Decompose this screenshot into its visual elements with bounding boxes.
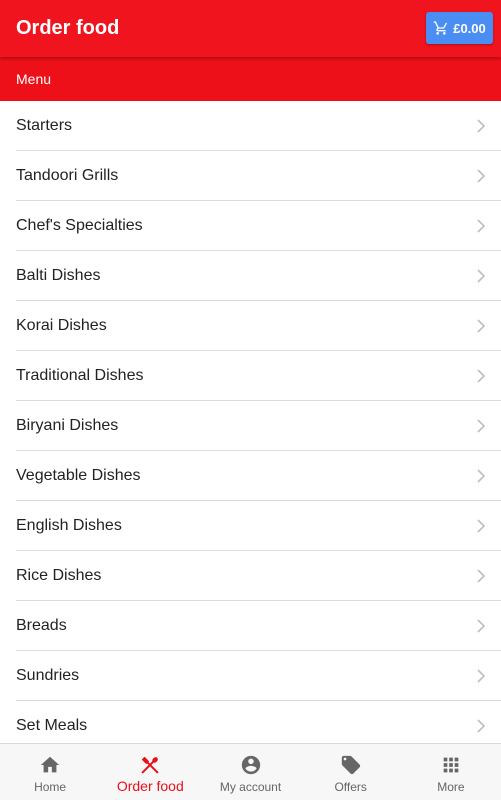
page-title: Order food: [16, 17, 120, 39]
nav-more[interactable]: More: [401, 744, 501, 800]
chevron-right-icon: [477, 169, 486, 183]
menu-category-label: Tandoori Grills: [16, 167, 119, 184]
nav-home[interactable]: Home: [0, 744, 100, 800]
menu-category-label: Balti Dishes: [16, 267, 101, 284]
menu-category-item[interactable]: English Dishes: [0, 501, 501, 551]
chevron-right-icon: [477, 119, 486, 133]
home-icon: [40, 756, 60, 773]
cart-total: £0.00: [453, 20, 486, 36]
menu-category-list: Starters Tandoori Grills Chef's Specialt…: [0, 101, 501, 751]
nav-label: Home: [34, 780, 67, 794]
menu-category-label: Sundries: [16, 667, 80, 684]
menu-category-label: Korai Dishes: [16, 317, 107, 334]
menu-category-label: Starters: [16, 117, 73, 134]
nav-offers[interactable]: Offers: [301, 744, 401, 800]
fork-spoon-icon: [141, 756, 159, 774]
menu-category-item[interactable]: Chef's Specialties: [0, 201, 501, 251]
menu-category-item[interactable]: Breads: [0, 601, 501, 651]
chevron-right-icon: [477, 269, 486, 283]
chevron-right-icon: [477, 669, 486, 683]
chevron-right-icon: [477, 519, 486, 533]
menu-category-label: Biryani Dishes: [16, 417, 119, 434]
section-header: Menu: [0, 57, 501, 101]
menu-category-item[interactable]: Korai Dishes: [0, 301, 501, 351]
menu-category-label: Set Meals: [16, 717, 88, 734]
chevron-right-icon: [477, 369, 486, 383]
nav-my-account[interactable]: My account: [200, 744, 300, 800]
menu-category-label: Vegetable Dishes: [16, 467, 141, 484]
menu-category-label: Rice Dishes: [16, 567, 102, 584]
menu-category-label: Chef's Specialties: [16, 217, 143, 234]
nav-order-food[interactable]: Order food: [100, 744, 200, 800]
grid-icon: [443, 757, 459, 773]
menu-category-label: Breads: [16, 617, 67, 634]
menu-category-item[interactable]: Vegetable Dishes: [0, 451, 501, 501]
account-icon: [241, 755, 260, 775]
menu-category-item[interactable]: Starters: [0, 101, 501, 151]
app-header: Order food £0.00: [0, 0, 501, 57]
menu-category-item[interactable]: Sundries: [0, 651, 501, 701]
nav-label: Order food: [116, 778, 184, 794]
menu-category-label: English Dishes: [16, 517, 122, 534]
chevron-right-icon: [477, 719, 486, 733]
menu-category-item[interactable]: Tandoori Grills: [0, 151, 501, 201]
chevron-right-icon: [477, 419, 486, 433]
cart-icon: [433, 21, 448, 35]
nav-label: More: [437, 780, 465, 794]
chevron-right-icon: [477, 469, 486, 483]
menu-category-item[interactable]: Biryani Dishes: [0, 401, 501, 451]
chevron-right-icon: [477, 319, 486, 333]
tags-icon: [341, 755, 360, 775]
cart-button[interactable]: £0.00: [426, 12, 493, 44]
nav-label: My account: [219, 780, 282, 794]
chevron-right-icon: [477, 569, 486, 583]
menu-category-item[interactable]: Rice Dishes: [0, 551, 501, 601]
chevron-right-icon: [477, 219, 486, 233]
menu-category-item[interactable]: Balti Dishes: [0, 251, 501, 301]
menu-category-label: Traditional Dishes: [16, 367, 144, 384]
menu-category-item[interactable]: Traditional Dishes: [0, 351, 501, 401]
nav-label: Offers: [334, 780, 367, 794]
section-title: Menu: [16, 71, 52, 87]
chevron-right-icon: [477, 619, 486, 633]
bottom-navigation: Home Order food My account Offers More: [0, 743, 501, 800]
